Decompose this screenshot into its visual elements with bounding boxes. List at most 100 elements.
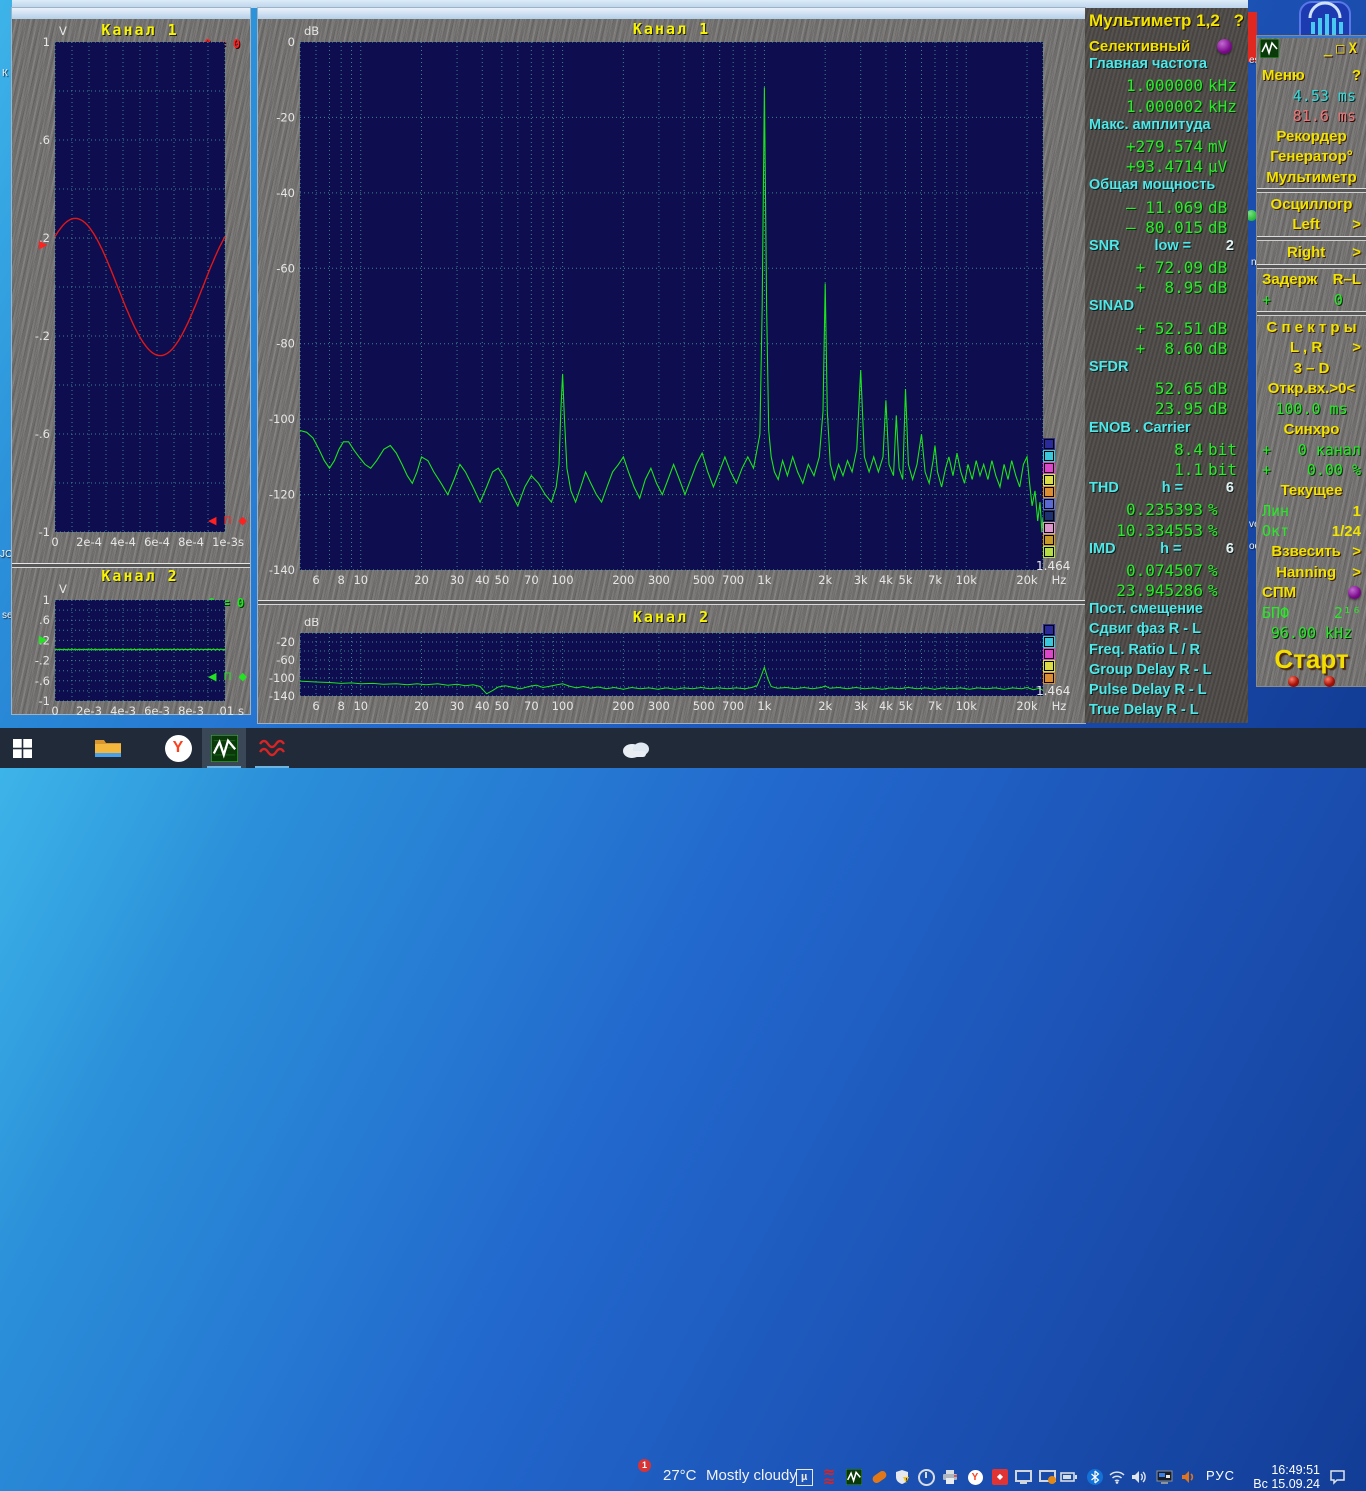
marker-color-swatch[interactable] [1044,499,1054,509]
usb-dongle-icon[interactable] [870,1468,888,1486]
marker-color-swatch[interactable] [1044,511,1054,521]
weather-widget[interactable] [620,735,652,764]
weather-temp[interactable]: 27°C [663,1467,697,1484]
control-item[interactable]: Left > [1257,215,1366,235]
taskbar-clock[interactable]: 16:49:51 Вс 15.09.24 [1244,1463,1320,1491]
file-explorer-icon[interactable] [86,728,130,768]
analyzer-icon[interactable] [845,1468,863,1486]
control-item[interactable]: Меню? [1257,65,1366,85]
selective-led-button[interactable] [1217,38,1232,54]
window-splitter[interactable] [258,600,1085,605]
yandex-browser-icon[interactable]: Y [156,728,200,768]
control-titlebar[interactable]: _□X [1257,38,1366,64]
volume-icon[interactable] [1130,1468,1148,1486]
monitor-sync-icon[interactable] [1038,1468,1056,1486]
marker-color-swatch[interactable] [1044,535,1054,545]
spectrum-ch2-plot[interactable]: 6 8 10 20 30 40 50 70 100 200 300 500 700 1k 2k 3k 4k 5k 7… [258,618,1085,714]
marker-color-swatch[interactable] [1044,463,1054,473]
scope-ch1-trigger-icon[interactable]: ◀ Π ◆ [208,514,249,527]
control-item[interactable]: Откр.вх.>0< [1257,378,1366,398]
language-indicator[interactable]: РУС [1206,1468,1235,1483]
start-button[interactable] [0,728,44,768]
marker-color-swatch[interactable] [1044,523,1054,533]
marker-color-swatch[interactable] [1044,661,1054,671]
measurement-value: + 72.09 dB [1135,258,1228,278]
measurement-label: Пост. смещение [1089,601,1203,618]
display-driver-icon[interactable] [1155,1468,1173,1486]
svg-text:50: 50 [495,699,510,713]
spm-led-item[interactable]: СПМ [1257,582,1366,602]
screencast-icon[interactable]: ◆ [991,1468,1009,1486]
wave-app-icon[interactable] [250,728,294,768]
svg-text:10: 10 [353,573,368,587]
scope-ch2-trigger-icon[interactable]: ◀ Π ◆ [208,670,249,683]
scope-ch2-plot[interactable]: 0 2e-3 4e-3 6e-3 8e-3.011.6.2-.2-.6-1Vs [12,574,250,716]
measurement-value: 1.000002 kHz [1125,96,1237,116]
spectrum-ch1-plot[interactable]: 6 8 10 20 30 40 50 70 100 200 300 500 700 1k 2k 3k 4k 5k 7… [258,19,1085,591]
multimeter-title: Мультиметр 1,2 [1089,11,1220,30]
analyzer-app-icon[interactable] [202,728,246,768]
spectra-window: Канал 1 6 8 10 20 30 40 50 70 100 200 300 500 700 1k 2… [258,8,1085,723]
marker-color-swatch[interactable] [1044,439,1054,449]
scope-ch1-level-marker[interactable]: ▶ [39,238,47,251]
gauge-icon[interactable] [917,1468,935,1486]
control-item[interactable]: Hanning > [1257,562,1366,582]
minimize-button[interactable]: _ [1324,41,1336,57]
marker-color-palette [1044,439,1054,559]
yandex-icon[interactable]: Y [966,1468,984,1486]
svg-text:-1: -1 [39,525,50,539]
measurement-value: 10.334553% [1116,520,1218,540]
control-item[interactable]: Лин 1 [1257,501,1366,521]
marker-color-swatch[interactable] [1044,637,1054,647]
scope-ch1-plot[interactable]: 0 2e-4 4e-4 6e-4 8e-4 1e-31.6.2-.2-.6-1Vs [12,19,250,564]
printer-icon[interactable] [941,1468,959,1486]
window-titlebar[interactable] [12,8,250,19]
wifi-icon[interactable] [1108,1468,1126,1486]
close-button[interactable]: X [1349,41,1361,57]
control-item[interactable]: Задерж R–L [1257,270,1366,290]
control-item[interactable]: 3 – D [1257,358,1366,378]
control-item[interactable]: С п е к т р ы [1257,317,1366,337]
control-item[interactable]: Осциллогр [1257,194,1366,214]
control-item[interactable]: Взвесить > [1257,542,1366,562]
control-item[interactable]: Мультиметр [1257,167,1366,187]
svg-text:30: 30 [450,699,465,713]
maximize-button[interactable]: □ [1336,41,1348,57]
control-item[interactable]: Right > [1257,242,1366,262]
marker-color-swatch[interactable] [1044,451,1054,461]
battery-icon[interactable] [1060,1468,1078,1486]
control-item[interactable]: Окт 1/24 [1257,521,1366,541]
scope-ch2-level-marker[interactable]: ▶ [39,633,47,646]
marker-color-swatch[interactable] [1044,649,1054,659]
marker-color-swatch[interactable] [1044,625,1054,635]
audio-device-icon[interactable] [1179,1468,1197,1486]
marker-color-swatch[interactable] [1044,673,1054,683]
marker-color-swatch[interactable] [1044,487,1054,497]
svg-text:Hz: Hz [1052,699,1067,713]
window-titlebar[interactable] [258,8,1085,19]
svg-text:1e-3: 1e-3 [212,535,238,549]
start-button[interactable]: Старт [1257,644,1366,676]
help-button[interactable]: ? [1234,11,1244,36]
bluetooth-icon[interactable] [1086,1468,1104,1486]
weather-desc[interactable]: Mostly cloudy [706,1467,797,1484]
control-item[interactable]: Рекордер [1257,126,1366,146]
control-item[interactable]: БПФ 2¹⁶ [1257,603,1366,623]
control-item[interactable]: Генератор° [1257,147,1366,167]
measurement-label: Макс. амплитуда [1089,116,1211,133]
marker-color-swatch[interactable] [1044,475,1054,485]
control-item[interactable]: L , R > [1257,338,1366,358]
waves-icon[interactable]: ≈ ≈ [820,1465,838,1489]
monitor-icon[interactable] [1014,1468,1032,1486]
svg-text:5k: 5k [899,699,913,713]
svg-text:dB: dB [304,618,319,629]
svg-text:10k: 10k [956,573,978,587]
notification-center-icon[interactable] [1328,1468,1346,1486]
svg-text:50: 50 [495,573,510,587]
shield-warning-icon[interactable]: ! [893,1468,911,1486]
control-item[interactable]: Текущее [1257,480,1366,500]
mu-meter-icon[interactable]: μ [795,1468,813,1486]
marker-color-swatch[interactable] [1044,547,1054,557]
svg-text:300: 300 [648,699,670,713]
control-item[interactable]: Синхро [1257,419,1366,439]
